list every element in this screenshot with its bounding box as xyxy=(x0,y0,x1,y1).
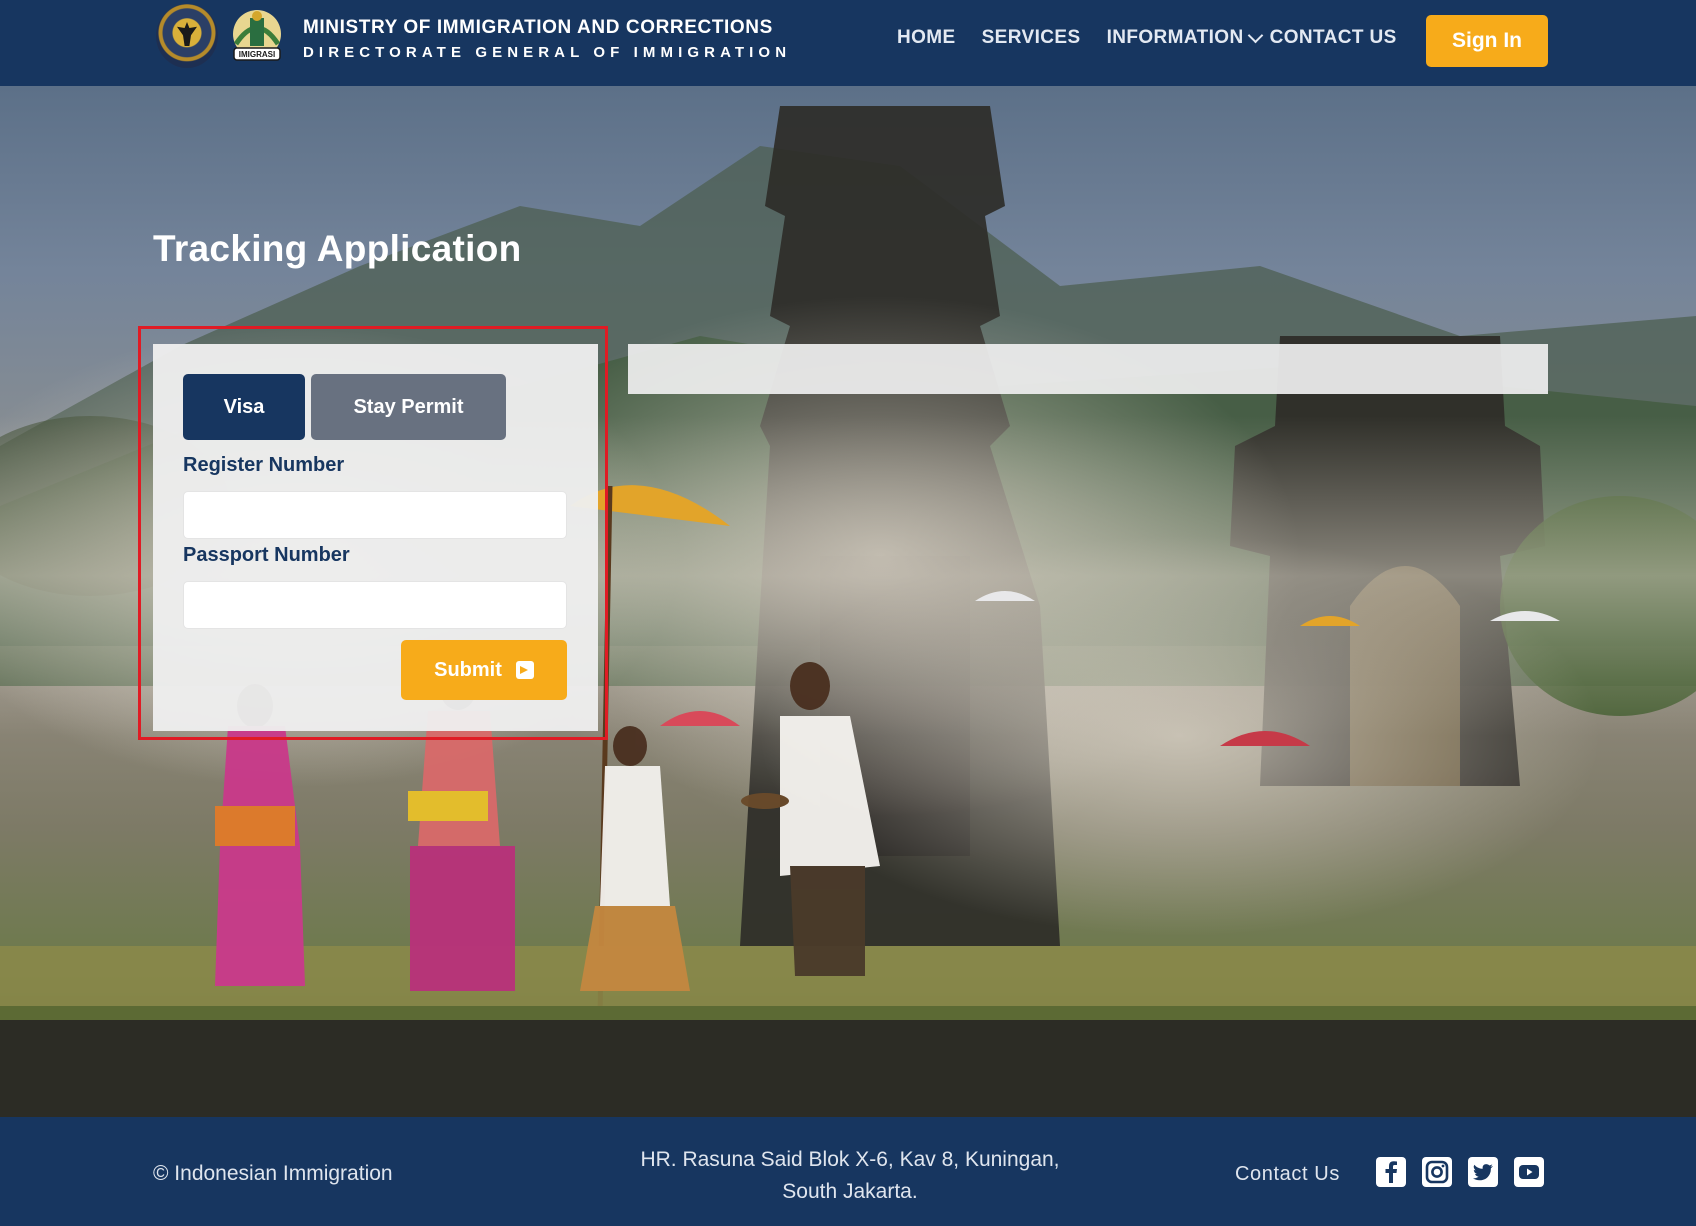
passport-number-input[interactable] xyxy=(183,581,567,629)
nav-contact-us[interactable]: CONTACT US xyxy=(1270,27,1397,49)
tab-stay-permit[interactable]: Stay Permit xyxy=(311,374,506,440)
instagram-icon[interactable] xyxy=(1422,1157,1452,1187)
address-text: HR. Rasuna Said Blok X-6, Kav 8, Kuninga… xyxy=(600,1144,1100,1208)
main-nav: HOME SERVICES INFORMATION CONTACT US xyxy=(897,27,1397,49)
submit-label: Submit xyxy=(434,658,502,681)
nav-information-label: INFORMATION xyxy=(1106,27,1244,48)
hero-background: Tracking Application Visa Stay Permit Re… xyxy=(0,86,1696,1117)
register-number-label: Register Number xyxy=(183,454,345,476)
page-title: Tracking Application xyxy=(153,228,522,269)
svg-text:IMIGRASI: IMIGRASI xyxy=(239,50,275,59)
copyright-text: © Indonesian Immigration xyxy=(153,1162,393,1185)
facebook-icon[interactable] xyxy=(1376,1157,1406,1187)
garuda-emblem-logo xyxy=(156,4,218,68)
logo-group[interactable]: IMIGRASI xyxy=(156,4,290,68)
passport-number-label: Passport Number xyxy=(183,544,350,566)
ministry-name: MINISTRY OF IMMIGRATION AND CORRECTIONS xyxy=(303,17,773,38)
nav-information[interactable]: INFORMATION xyxy=(1107,27,1270,49)
result-panel xyxy=(628,344,1548,394)
address-line-1: HR. Rasuna Said Blok X-6, Kav 8, Kuninga… xyxy=(640,1148,1060,1171)
footer-contact-link[interactable]: Contact Us xyxy=(1235,1163,1340,1186)
footer: © Indonesian Immigration HR. Rasuna Said… xyxy=(0,1117,1696,1226)
tab-visa[interactable]: Visa xyxy=(183,374,305,440)
tracking-form-card: Visa Stay Permit Register Number Passpor… xyxy=(153,344,598,731)
top-navbar: IMIGRASI MINISTRY OF IMMIGRATION AND COR… xyxy=(0,0,1696,86)
submit-button[interactable]: Submit xyxy=(401,640,567,700)
youtube-icon[interactable] xyxy=(1514,1157,1544,1187)
twitter-icon[interactable] xyxy=(1468,1157,1498,1187)
register-number-input[interactable] xyxy=(183,491,567,539)
nav-home[interactable]: HOME xyxy=(897,27,956,49)
nav-services[interactable]: SERVICES xyxy=(982,27,1081,49)
address-line-2: South Jakarta. xyxy=(782,1180,918,1203)
chevron-down-icon xyxy=(1247,27,1263,44)
social-links xyxy=(1376,1157,1544,1187)
ministry-title: MINISTRY OF IMMIGRATION AND CORRECTIONS … xyxy=(303,17,791,61)
enter-icon xyxy=(515,661,534,679)
imigrasi-logo: IMIGRASI xyxy=(224,4,290,68)
sign-in-button[interactable]: Sign In xyxy=(1426,15,1548,67)
directorate-name: DIRECTORATE GENERAL OF IMMIGRATION xyxy=(303,44,792,61)
